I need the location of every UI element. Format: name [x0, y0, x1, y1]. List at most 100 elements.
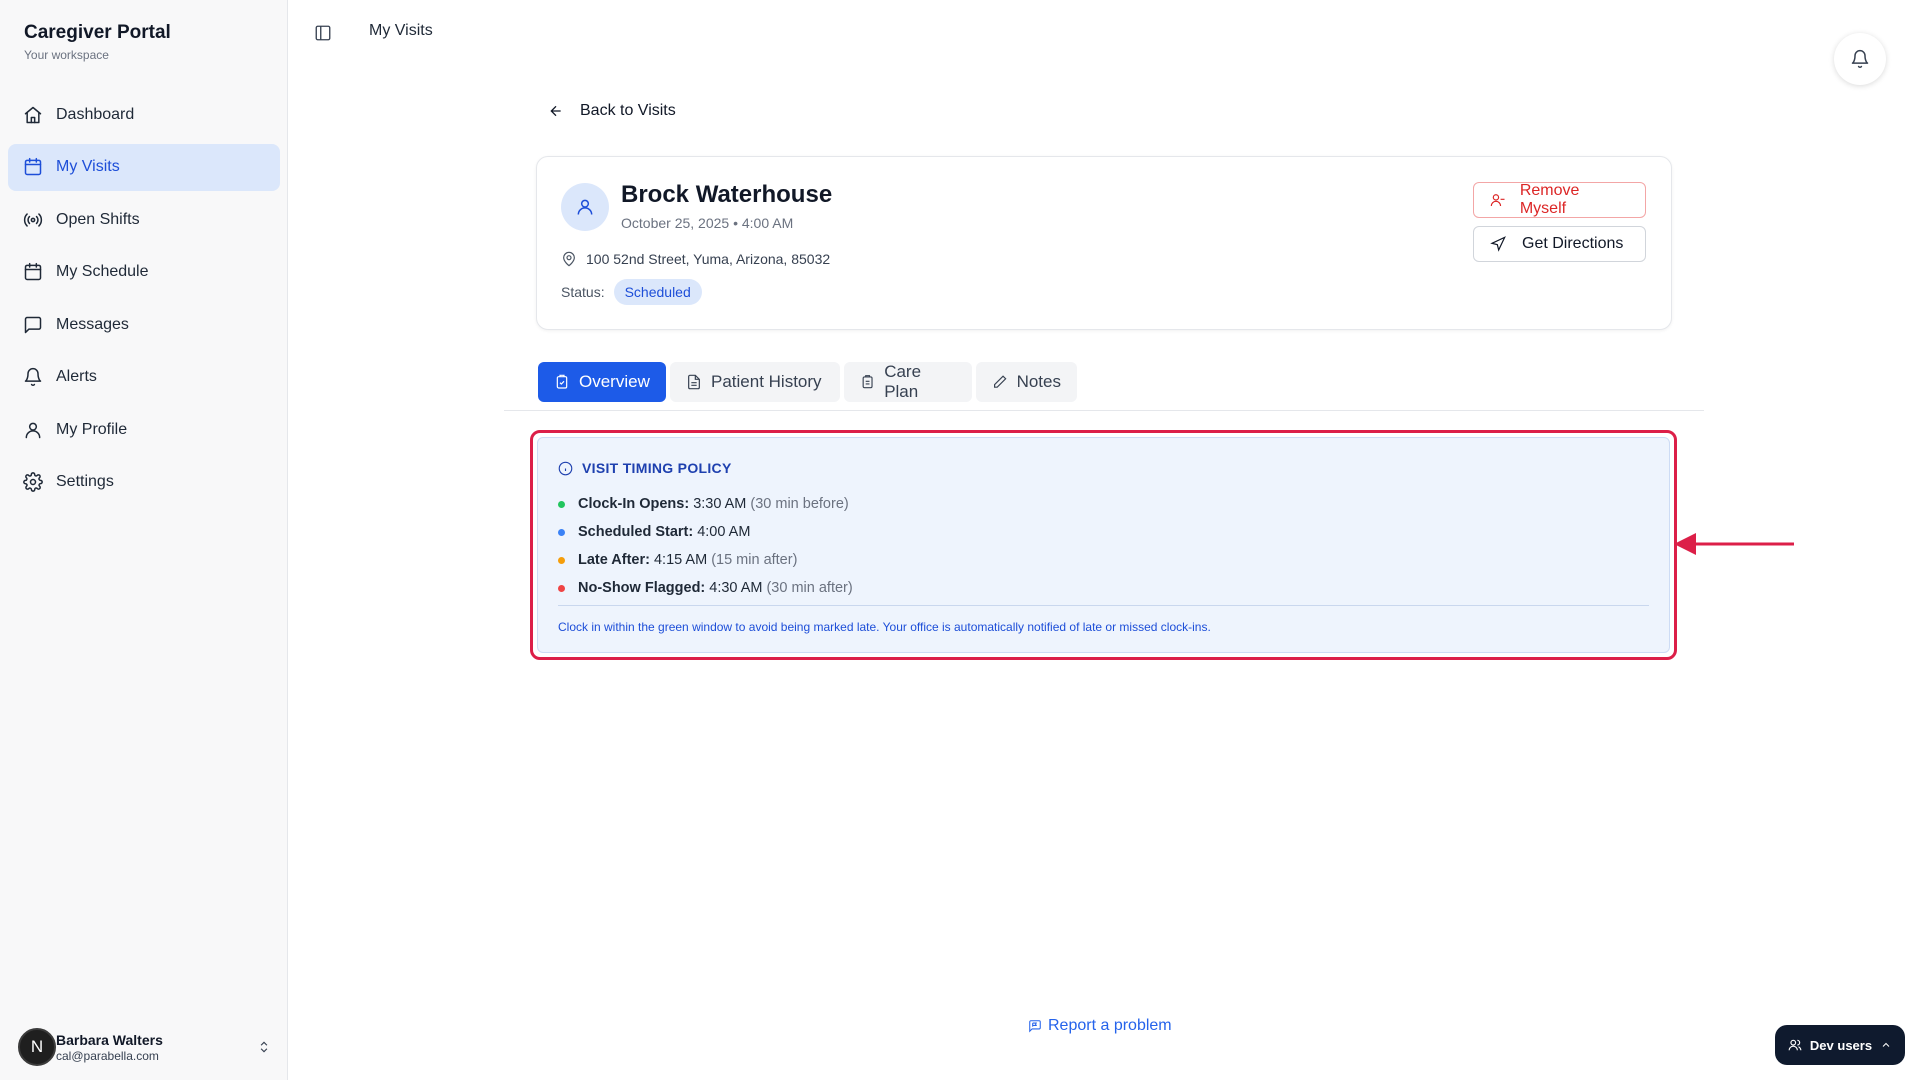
avatar: N — [18, 1028, 56, 1066]
annotation-highlight-box: VISIT TIMING POLICY Clock-In Opens: 3:30… — [530, 430, 1677, 660]
policy-row-note: (30 min after) — [766, 580, 853, 596]
back-link-label: Back to Visits — [580, 102, 676, 119]
page-title: My Visits — [369, 22, 433, 39]
visit-card: Brock Waterhouse October 25, 2025 • 4:00… — [536, 156, 1672, 330]
policy-row-value: 4:30 AM — [709, 580, 763, 596]
sidebar-item-my-schedule[interactable]: My Schedule — [8, 249, 280, 296]
sidebar-item-my-profile[interactable]: My Profile — [8, 406, 280, 453]
status-dot-amber — [558, 556, 565, 564]
policy-row-note: (15 min after) — [711, 552, 798, 568]
sidebar-item-label: Settings — [56, 473, 114, 490]
patient-avatar — [561, 183, 609, 231]
users-icon — [1788, 1039, 1802, 1051]
user-minus-icon — [1490, 194, 1505, 207]
user-email: cal@parabella.com — [56, 1048, 159, 1063]
report-problem-link[interactable]: Report a problem — [1028, 1017, 1172, 1035]
status-dot-green — [558, 500, 565, 508]
user-icon — [577, 199, 593, 215]
tab-notes[interactable]: Notes — [976, 362, 1077, 402]
bell-icon — [22, 366, 44, 388]
dev-users-button[interactable]: Dev users — [1775, 1025, 1905, 1065]
sidebar-item-settings[interactable]: Settings — [8, 459, 280, 506]
policy-row-value: 3:30 AM — [693, 496, 747, 512]
tab-label: Notes — [1016, 372, 1061, 391]
sidebar-item-label: Alerts — [56, 368, 97, 385]
visit-address: 100 52nd Street, Yuma, Arizona, 85032 — [561, 251, 830, 267]
sidebar-item-alerts[interactable]: Alerts — [8, 354, 280, 401]
policy-row-note: (30 min before) — [750, 496, 849, 512]
app-subtitle: Your workspace — [24, 48, 109, 62]
remove-myself-button[interactable]: Remove Myself — [1473, 182, 1646, 218]
sidebar-toggle-button[interactable] — [312, 22, 334, 44]
clipboard-list-icon — [862, 375, 873, 389]
sidebar-item-label: My Schedule — [56, 263, 149, 280]
policy-row-label: Late After: — [578, 552, 650, 568]
policy-row-label: Clock-In Opens: — [578, 496, 690, 512]
broadcast-icon — [22, 209, 44, 231]
tab-overview[interactable]: Overview — [538, 362, 666, 402]
policy-row-label: No-Show Flagged: — [578, 580, 706, 596]
sidebar-item-label: Dashboard — [56, 105, 135, 123]
policy-footer-text: Clock in within the green window to avoi… — [558, 620, 1211, 634]
annotation-arrow — [1674, 533, 1794, 555]
tab-label: Care Plan — [884, 362, 922, 401]
policy-row-clock-in: Clock-In Opens: 3:30 AM (30 min before) — [558, 490, 853, 518]
status-badge: Scheduled — [613, 279, 702, 305]
sidebar-item-label: My Profile — [56, 420, 128, 438]
calendar-icon — [22, 261, 44, 283]
file-text-icon — [688, 374, 700, 390]
home-icon — [22, 104, 44, 126]
sidebar-item-messages[interactable]: Messages — [8, 301, 280, 348]
sidebar-item-dashboard[interactable]: Dashboard — [8, 91, 280, 138]
flag-message-icon — [1029, 1020, 1041, 1033]
tab-label: Overview — [579, 372, 650, 391]
navigation-icon — [1490, 236, 1506, 252]
sidebar-item-open-shifts[interactable]: Open Shifts — [8, 196, 280, 243]
sidebar-item-label: Messages — [56, 315, 129, 333]
clipboard-check-icon — [556, 374, 568, 389]
status-dot-red — [558, 584, 565, 592]
tab-label: Patient History — [711, 372, 822, 391]
policy-row-label: Scheduled Start: — [578, 524, 694, 540]
map-pin-icon — [563, 251, 575, 267]
visit-timing-policy: VISIT TIMING POLICY Clock-In Opens: 3:30… — [537, 437, 1670, 653]
notifications-button[interactable] — [1834, 33, 1886, 85]
policy-row-value: 4:00 AM — [697, 524, 751, 540]
status-dot-blue — [558, 528, 565, 536]
patient-name: Brock Waterhouse — [621, 181, 833, 208]
tab-patient-history[interactable]: Patient History — [670, 362, 840, 402]
tab-care-plan[interactable]: Care Plan — [844, 362, 972, 402]
gear-icon — [22, 471, 44, 493]
policy-title: VISIT TIMING POLICY — [558, 460, 732, 476]
divider — [558, 605, 1649, 606]
arrow-left-icon — [550, 105, 561, 117]
panel-left-icon — [315, 25, 331, 41]
visit-tabs: Overview Patient History Care Plan Notes — [504, 353, 1704, 411]
sidebar-item-label: My Visits — [56, 158, 120, 175]
policy-list: Clock-In Opens: 3:30 AM (30 min before) … — [558, 490, 853, 602]
chevron-up-icon — [1882, 1042, 1890, 1047]
user-name: Barbara Walters — [56, 1031, 163, 1048]
calendar-icon — [22, 156, 44, 178]
app-title: Caregiver Portal — [24, 22, 171, 43]
sidebar-nav: Dashboard My Visits Open Shifts My Sched… — [8, 91, 280, 511]
remove-myself-label: Remove Myself — [1519, 182, 1580, 217]
user-menu[interactable]: N Barbara Walters cal@parabella.com — [18, 1022, 274, 1072]
back-to-visits-link[interactable]: Back to Visits — [548, 102, 676, 120]
report-problem-label: Report a problem — [1048, 1017, 1172, 1034]
sidebar-item-label: Open Shifts — [56, 210, 140, 228]
policy-row-no-show: No-Show Flagged: 4:30 AM (30 min after) — [558, 574, 853, 602]
get-directions-button[interactable]: Get Directions — [1473, 226, 1646, 262]
user-info: Barbara Walters cal@parabella.com — [56, 1032, 254, 1063]
info-icon — [558, 461, 573, 475]
get-directions-label: Get Directions — [1522, 235, 1624, 252]
visit-datetime: October 25, 2025 • 4:00 AM — [621, 215, 794, 231]
chevrons-up-down-icon — [254, 1037, 274, 1057]
message-square-icon — [22, 314, 44, 336]
dev-users-label: Dev users — [1809, 1037, 1873, 1053]
sidebar-item-my-visits[interactable]: My Visits — [8, 143, 280, 191]
policy-title-text: VISIT TIMING POLICY — [582, 460, 732, 476]
pencil-icon — [994, 375, 1007, 388]
status-row: Status: Scheduled — [561, 279, 702, 305]
address-text: 100 52nd Street, Yuma, Arizona, 85032 — [586, 251, 831, 267]
